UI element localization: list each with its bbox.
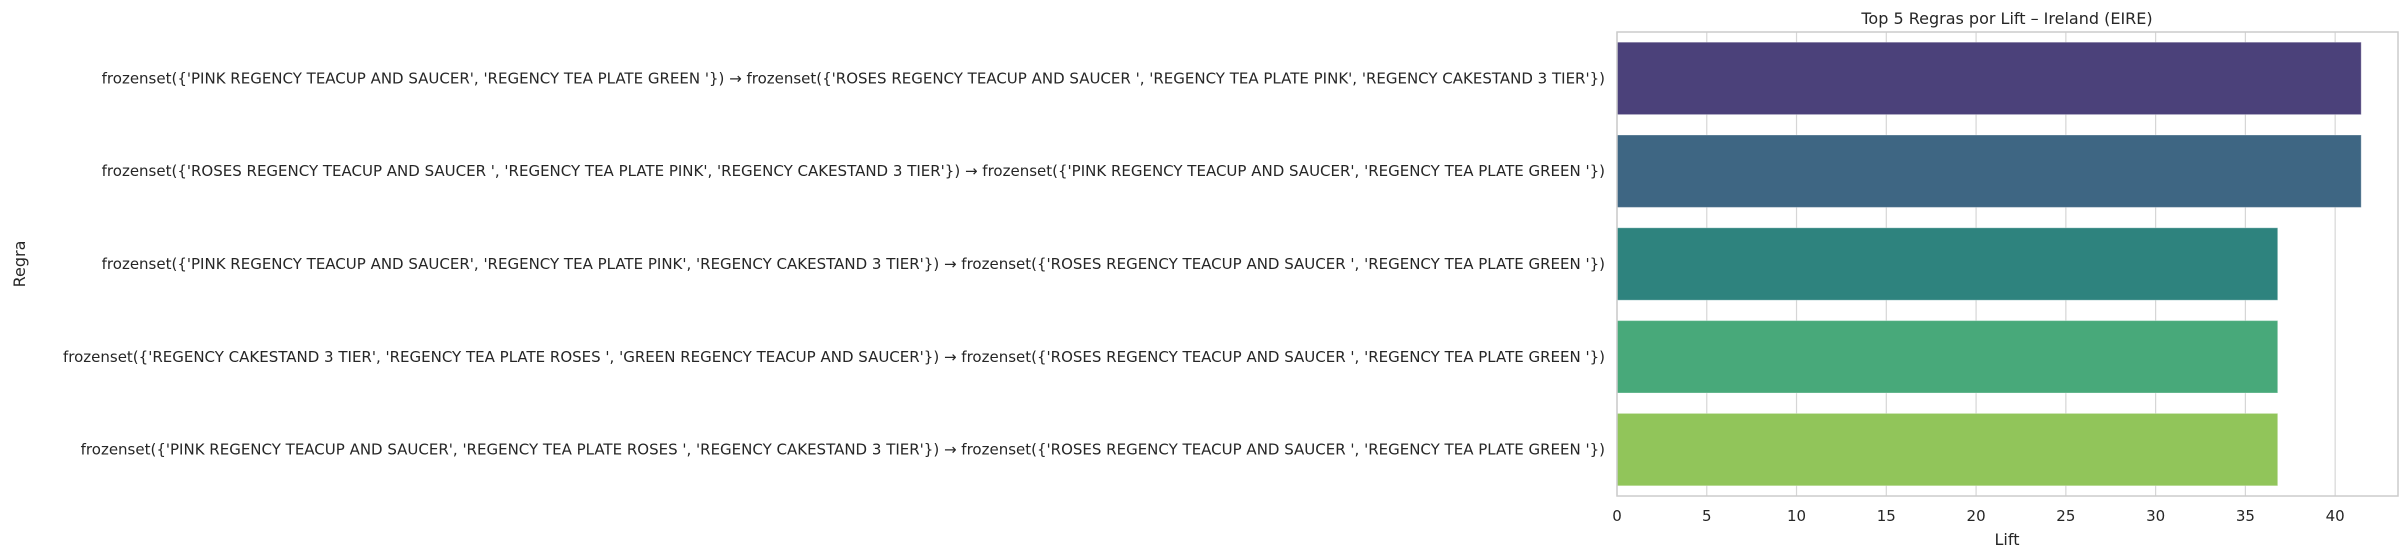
x-tick-label: 40 xyxy=(2326,507,2345,525)
bar xyxy=(1616,134,2362,208)
bar-chart: Top 5 Regras por Lift – Ireland (EIRE) f… xyxy=(10,9,2399,549)
x-tick-label: 25 xyxy=(2056,507,2075,525)
chart-title: Top 5 Regras por Lift – Ireland (EIRE) xyxy=(1860,9,2152,28)
y-tick-label: frozenset({'PINK REGENCY TEACUP AND SAUC… xyxy=(102,69,1605,87)
bar xyxy=(1616,320,2279,394)
x-tick-label: 10 xyxy=(1787,507,1806,525)
bar xyxy=(1616,227,2279,301)
x-tick-labels: 0 5 10 15 20 25 30 35 40 xyxy=(1612,507,2344,525)
bars xyxy=(1616,41,2362,487)
y-axis-label: Regra xyxy=(10,241,29,288)
x-axis-label: Lift xyxy=(1995,530,2020,549)
x-tick-label: 30 xyxy=(2146,507,2165,525)
x-tick-label: 15 xyxy=(1877,507,1896,525)
y-tick-label: frozenset({'REGENCY CAKESTAND 3 TIER', '… xyxy=(63,348,1605,366)
x-tick-label: 0 xyxy=(1612,507,1622,525)
y-tick-label: frozenset({'PINK REGENCY TEACUP AND SAUC… xyxy=(102,255,1605,273)
bar xyxy=(1616,41,2362,116)
x-tick-label: 5 xyxy=(1702,507,1712,525)
y-tick-labels: frozenset({'PINK REGENCY TEACUP AND SAUC… xyxy=(63,69,1605,458)
x-tick-label: 20 xyxy=(1967,507,1986,525)
y-tick-label: frozenset({'ROSES REGENCY TEACUP AND SAU… xyxy=(102,162,1605,180)
y-tick-label: frozenset({'PINK REGENCY TEACUP AND SAUC… xyxy=(81,441,1605,459)
x-tick-label: 35 xyxy=(2236,507,2255,525)
bar xyxy=(1616,412,2279,487)
